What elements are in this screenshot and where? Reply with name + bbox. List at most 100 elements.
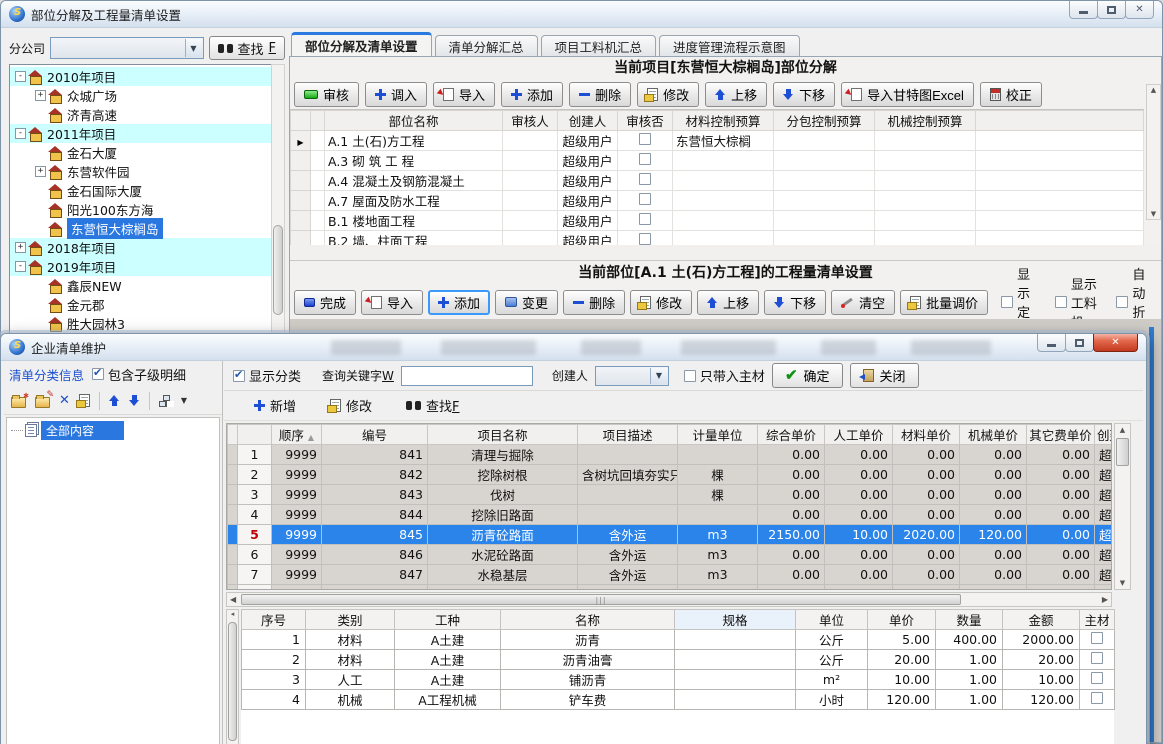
detail-row[interactable]: 1 材料 A土建 沥青 公斤 5.00 400.00 2000.00 [242,630,1115,650]
keyword-input[interactable] [401,366,533,386]
import-gantt-excel-button[interactable]: 导入甘特图Excel [841,82,974,107]
list-row[interactable]: 5 9999 845 沥青砼路面 含外运 m3 2150.00 10.00 20… [228,525,1113,545]
minimize-button[interactable] [1069,1,1098,19]
part-row[interactable]: A.4 混凝土及钢筋混凝土 超级用户 [291,171,1144,191]
col-seq[interactable]: 序号 [242,610,306,630]
tab[interactable]: 部位分解及清单设置 [291,32,432,56]
dialog-close-button[interactable]: ✕ [1093,334,1138,352]
audited-checkbox[interactable] [639,213,651,225]
tree-expander-icon[interactable]: - [15,128,26,139]
arrow-down-icon[interactable] [129,395,140,406]
chevron-down-icon[interactable]: ▼ [181,396,187,405]
move-down-button[interactable]: 下移 [773,82,835,107]
tree-item[interactable]: + 2018年项目 [10,238,284,257]
col-name[interactable]: 名称 [501,610,675,630]
modify-list-button[interactable]: 修改 [630,290,692,315]
tree-expander-icon[interactable]: + [35,166,46,177]
audited-checkbox[interactable] [639,153,651,165]
audited-checkbox[interactable] [639,193,651,205]
col-item-name[interactable]: 项目名称 [428,425,578,445]
tree-item[interactable]: 阳光100东方海 [10,200,284,219]
audit-button[interactable]: 审核 [294,82,359,107]
tree-item[interactable]: + 众城广场 [10,86,284,105]
dialog-maximize-button[interactable] [1065,334,1094,352]
col-creator[interactable]: 创建 [1095,425,1113,445]
list-row[interactable]: 1 9999 841 清理与掘除 0.00 0.00 0.00 0.00 [228,445,1113,465]
tab[interactable]: 进度管理流程示意图 [659,35,800,56]
chevron-down-icon[interactable]: ▼ [650,368,667,384]
add-list-button[interactable]: 添加 [428,290,490,315]
tree-item[interactable]: 金石大厦 [10,143,284,162]
creator-combobox[interactable]: ▼ [595,366,669,386]
tree-item[interactable]: 鑫辰NEW [10,276,284,295]
audited-checkbox[interactable] [639,233,651,245]
col-comp-price[interactable]: 综合单价 [758,425,825,445]
include-children-option[interactable]: 包含子级明细 [92,365,186,384]
import-list-button[interactable]: 导入 [361,290,423,315]
col-machine-price[interactable]: 机械单价 [960,425,1027,445]
tree-item[interactable]: 金元郡 [10,295,284,314]
show-quota-checkbox[interactable] [1001,296,1013,308]
close-button[interactable]: ✕ [1125,1,1154,19]
col-order[interactable]: 顺序 ▲ [272,425,322,445]
new-folder-icon[interactable] [11,397,26,408]
close-dialog-button[interactable]: 关闭 [850,363,919,388]
change-button[interactable]: 变更 [495,290,558,315]
detail-row[interactable]: 4 机械 A工程机械 铲车费 小时 120.00 1.00 120.00 [242,690,1115,710]
find-project-button[interactable]: 查找F [209,36,286,60]
audited-checkbox[interactable] [639,173,651,185]
tree-expander-icon[interactable]: + [35,90,46,101]
col-creator[interactable]: 创建人 [558,111,618,131]
modify-button[interactable]: 修改 [637,82,699,107]
part-row[interactable]: A.3 砌 筑 工 程 超级用户 [291,151,1144,171]
col-unit[interactable]: 单位 [796,610,868,630]
list-row[interactable]: 2 9999 842 挖除树根 含树坑回填夯实只 棵 0.00 0.00 0.0… [228,465,1113,485]
delete-button[interactable]: 删除 [569,82,631,107]
col-other-price[interactable]: 其它费单价 [1027,425,1095,445]
list-grid-hscrollbar[interactable]: ◀|||▶ [226,592,1112,607]
show-category-checkbox[interactable] [233,370,245,382]
col-code[interactable]: 编号 [322,425,428,445]
col-part-name[interactable]: 部位名称 [325,111,503,131]
tree-item[interactable]: - 2019年项目 [10,257,284,276]
tree-expander-icon[interactable]: - [15,261,26,272]
col-auditor[interactable]: 审核人 [503,111,558,131]
main-material-checkbox[interactable] [1091,632,1103,644]
main-material-checkbox[interactable] [1091,672,1103,684]
col-audited[interactable]: 审核否 [618,111,673,131]
part-grid-scrollbar[interactable]: ▲▼ [1146,84,1161,220]
col-material-budget[interactable]: 材料控制预算 [673,111,774,131]
move-up-button[interactable]: 上移 [705,82,767,107]
branch-combobox[interactable]: ▼ [50,37,203,59]
detail-row[interactable]: 3 人工 A土建 铺沥青 m² 10.00 1.00 10.00 [242,670,1115,690]
tree-item[interactable]: 金石国际大厦 [10,181,284,200]
chevron-down-icon[interactable]: ▼ [185,39,202,57]
delete-icon[interactable]: ✕ [59,395,70,407]
tree-item[interactable]: 胜大园林3 [10,314,284,333]
edit-folder-icon[interactable] [35,397,50,408]
pull-in-button[interactable]: 调入 [365,82,427,107]
tree-item[interactable]: 东营恒大棕榈岛 [10,219,284,238]
detail-row[interactable]: 2 材料 A土建 沥青油膏 公斤 20.00 1.00 20.00 [242,650,1115,670]
only-main-checkbox[interactable] [684,370,696,382]
show-labor-checkbox[interactable] [1055,296,1067,308]
list-row[interactable]: 3 9999 843 伐树 棵 0.00 0.00 0.00 0.00 [228,485,1113,505]
col-price[interactable]: 单价 [868,610,936,630]
auto-wrap-checkbox[interactable] [1116,296,1128,308]
only-main-option[interactable]: 只带入主材 [684,366,765,385]
tree-expander-icon[interactable]: + [15,242,26,253]
tab[interactable]: 项目工料机汇总 [541,35,657,56]
new-item-button[interactable]: 新增 [254,396,296,415]
part-row[interactable]: B.2 墙、柱面工程 超级用户 [291,231,1144,246]
col-category[interactable]: 类别 [306,610,395,630]
find-item-button[interactable]: 查找F [406,396,460,415]
col-unit[interactable]: 计量单位 [678,425,758,445]
batch-price-button[interactable]: 批量调价 [900,290,988,315]
clear-button[interactable]: 清空 [831,290,895,315]
col-amount[interactable]: 金额 [1003,610,1080,630]
maximize-button[interactable] [1097,1,1126,19]
list-row[interactable]: 6 9999 846 水泥砼路面 含外运 m3 0.00 0.00 0.00 [228,545,1113,565]
import-button[interactable]: 导入 [433,82,495,107]
category-tree-root[interactable]: 全部内容 [9,421,217,440]
edit-document-icon[interactable] [79,394,90,407]
